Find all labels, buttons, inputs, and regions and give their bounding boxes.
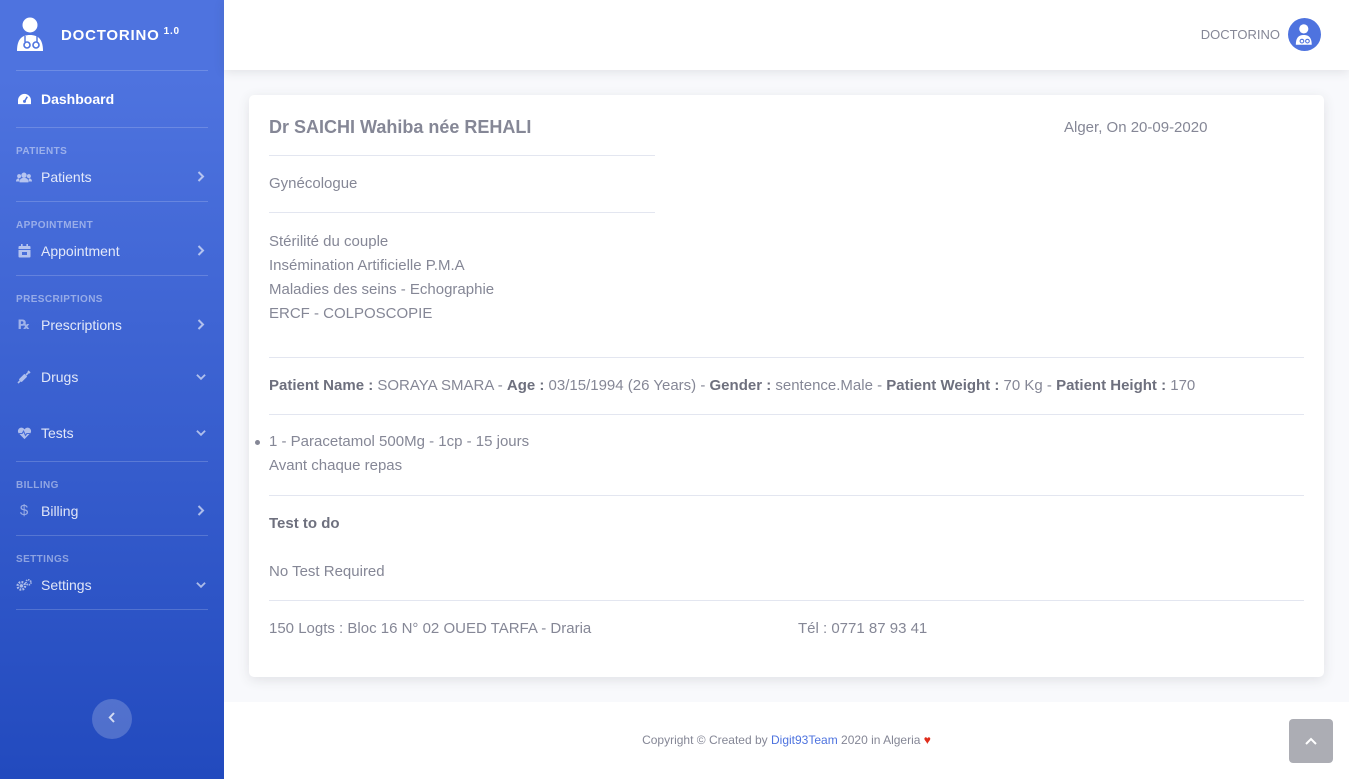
patient-gender: sentence.Male: [775, 377, 873, 394]
prescription-icon: ℞: [18, 316, 30, 332]
sidebar-item-dashboard[interactable]: Dashboard: [0, 71, 224, 127]
specialty-divider: [269, 212, 655, 213]
patient-gender-label: Gender :: [709, 377, 772, 394]
sidebar-divider: [16, 609, 208, 610]
sidebar: DOCTORINO 1.0 Dashboard PATIENTS Patients…: [0, 0, 224, 779]
sidebar-item-tests[interactable]: Tests: [0, 405, 224, 461]
tests-divider: [269, 600, 1304, 601]
sidebar-item-drugs[interactable]: Drugs: [0, 349, 224, 405]
doctor-services: Stérilité du couple Insémination Artific…: [269, 230, 494, 326]
copyright-prefix: Copyright © Created by: [642, 733, 768, 747]
chevron-down-icon: [196, 428, 206, 438]
patient-name: SORAYA SMARA: [377, 377, 494, 394]
sidebar-item-label: Drugs: [41, 369, 79, 385]
sidebar-item-prescriptions[interactable]: ℞ Prescriptions: [0, 300, 224, 349]
patient-divider: [269, 414, 1304, 415]
drugs-divider: [269, 495, 1304, 496]
sidebar-toggle-button[interactable]: [92, 699, 132, 739]
header-divider: [269, 155, 655, 156]
chevron-up-icon: [1305, 732, 1317, 750]
service-item: Maladies des seins - Echographie: [269, 281, 495, 298]
avatar: [1288, 18, 1321, 51]
chevron-down-icon: [196, 372, 206, 382]
doctor-address: 150 Logts : Bloc 16 N° 02 OUED TARFA - D…: [269, 620, 592, 637]
doctor-name: Dr SAICHI Wahiba née REHALI: [269, 117, 532, 137]
sidebar-item-label: Billing: [41, 502, 79, 519]
footer: Copyright © Created by Digit93Team 2020 …: [224, 702, 1349, 779]
user-name: DOCTORINO: [1200, 27, 1280, 42]
chevron-right-icon: [196, 245, 206, 256]
patient-age-label: Age :: [506, 377, 545, 394]
test-value: No Test Required: [269, 563, 385, 580]
prescription-card: Dr SAICHI Wahiba née REHALI Alger, On 20…: [249, 95, 1324, 677]
brand[interactable]: DOCTORINO 1.0: [0, 0, 224, 70]
sidebar-item-label: Dashboard: [41, 91, 115, 107]
user-menu[interactable]: DOCTORINO: [1201, 18, 1321, 51]
syringe-icon: [16, 370, 32, 384]
prescription-date: Alger, On 20-09-2020: [1064, 119, 1208, 136]
doctor-phone: Tél : 0771 87 93 41: [798, 620, 928, 637]
list-item: 1 - Paracetamol 500Mg - 1cp - 15 jours A…: [255, 430, 530, 478]
sidebar-item-label: Settings: [41, 576, 92, 593]
service-item: Insémination Artificielle P.M.A: [269, 257, 465, 274]
service-item: Stérilité du couple: [269, 233, 389, 250]
cogs-icon: [16, 578, 32, 592]
chevron-right-icon: [196, 505, 206, 516]
sidebar-item-label: Prescriptions: [41, 316, 122, 333]
chevron-right-icon: [196, 171, 206, 182]
patient-weight-label: Patient Weight :: [886, 377, 1000, 394]
sidebar-item-label: Tests: [41, 425, 74, 441]
drug-list: 1 - Paracetamol 500Mg - 1cp - 15 jours A…: [255, 430, 530, 478]
brand-name: DOCTORINO 1.0: [61, 26, 180, 44]
patient-height-label: Patient Height :: [1056, 377, 1167, 394]
service-item: ERCF - COLPOSCOPIE: [269, 305, 433, 322]
heartbeat-icon: [16, 426, 32, 440]
patient-name-label: Patient Name :: [269, 377, 374, 394]
doctor-avatar-icon: [1295, 23, 1312, 45]
users-icon: [16, 170, 32, 184]
chevron-left-icon: [108, 710, 116, 728]
heart-icon: ♥: [923, 733, 931, 747]
calendar-icon: [16, 243, 32, 258]
footer-team-link[interactable]: Digit93Team: [771, 733, 838, 747]
chevron-down-icon: [196, 580, 206, 590]
tachometer-icon: [16, 92, 32, 106]
patient-height: 170: [1170, 377, 1196, 394]
sidebar-item-settings[interactable]: Settings: [0, 560, 224, 609]
patient-age: 03/15/1994 (26 Years): [548, 377, 697, 394]
topbar: DOCTORINO: [224, 0, 1349, 70]
sidebar-item-label: Patients: [41, 168, 92, 185]
bullet-icon: [255, 440, 260, 445]
chevron-right-icon: [196, 319, 206, 330]
drug-note: Avant chaque repas: [269, 457, 403, 474]
sidebar-item-appointment[interactable]: Appointment: [0, 226, 224, 275]
services-divider: [269, 357, 1304, 358]
drug-line: 1 - Paracetamol 500Mg - 1cp - 15 jours: [269, 433, 530, 450]
doctor-logo-icon: [17, 17, 43, 51]
patient-weight: 70 Kg: [1003, 377, 1043, 394]
sidebar-item-patients[interactable]: Patients: [0, 152, 224, 201]
copyright-suffix: 2020 in Algeria: [841, 733, 921, 747]
sidebar-item-billing[interactable]: $ Billing: [0, 486, 224, 535]
dollar-icon: $: [19, 502, 29, 519]
patient-info: Patient Name : SORAYA SMARA - Age : 03/1…: [269, 377, 1196, 394]
copyright: Copyright © Created by Digit93Team 2020 …: [224, 733, 1349, 747]
scroll-to-top-button[interactable]: [1289, 719, 1333, 763]
test-section-title: Test to do: [269, 515, 340, 532]
doctor-specialty: Gynécologue: [269, 175, 358, 192]
sidebar-item-label: Appointment: [41, 242, 120, 259]
